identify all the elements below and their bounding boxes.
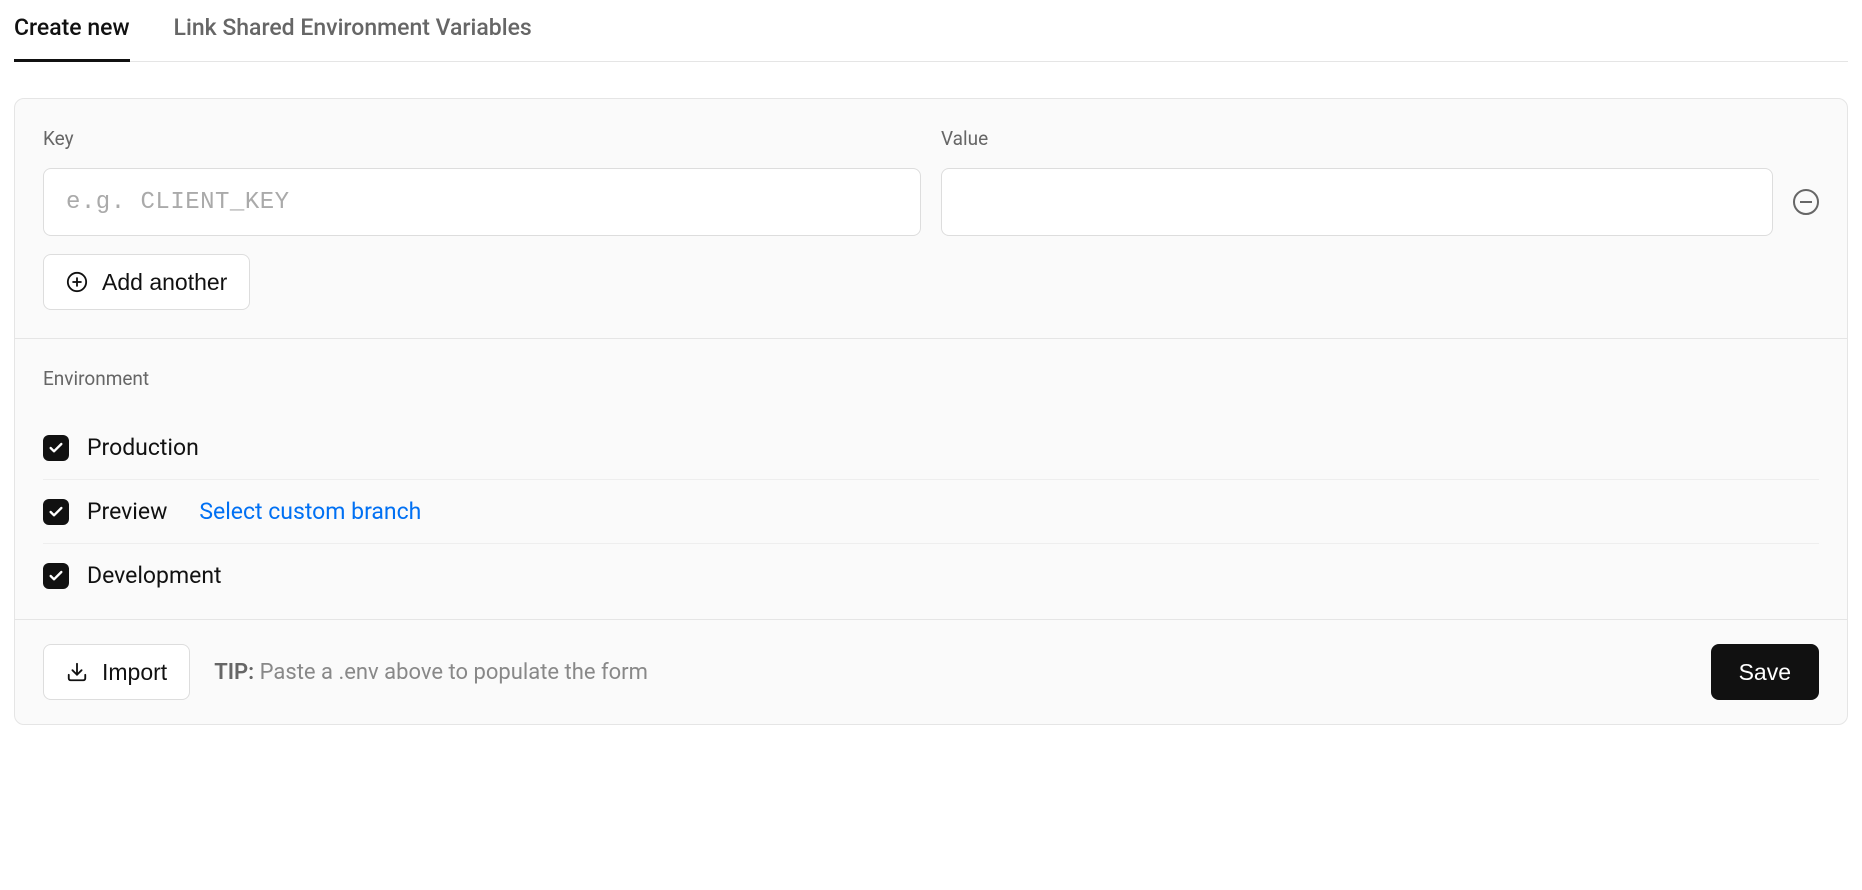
- env-label-development: Development: [87, 562, 222, 589]
- add-another-button[interactable]: Add another: [43, 254, 250, 310]
- tip-text: TIP: Paste a .env above to populate the …: [214, 660, 648, 685]
- env-label-preview: Preview: [87, 498, 167, 525]
- save-button[interactable]: Save: [1711, 644, 1819, 700]
- add-another-label: Add another: [102, 269, 227, 296]
- tabs: Create new Link Shared Environment Varia…: [14, 14, 1848, 62]
- environment-title: Environment: [43, 367, 1819, 390]
- env-row-preview: Preview Select custom branch: [43, 480, 1819, 544]
- remove-row-button[interactable]: [1793, 189, 1819, 215]
- checkbox-development[interactable]: [43, 563, 69, 589]
- key-value-section: Key Value Add another: [15, 99, 1847, 338]
- check-icon: [48, 568, 64, 584]
- card-footer: Import TIP: Paste a .env above to popula…: [15, 619, 1847, 724]
- value-field: Value: [941, 127, 1819, 236]
- value-label: Value: [941, 127, 1819, 150]
- tip-body: Paste a .env above to populate the form: [254, 660, 648, 685]
- key-label: Key: [43, 127, 921, 150]
- key-field: Key: [43, 127, 921, 236]
- env-var-card: Key Value Add another Environment: [14, 98, 1848, 725]
- check-icon: [48, 504, 64, 520]
- download-icon: [66, 661, 88, 683]
- import-label: Import: [102, 659, 167, 686]
- import-button[interactable]: Import: [43, 644, 190, 700]
- plus-circle-icon: [66, 271, 88, 293]
- environment-section: Environment Production Preview Select cu…: [15, 339, 1847, 619]
- select-custom-branch-link[interactable]: Select custom branch: [199, 498, 421, 525]
- key-input[interactable]: [43, 168, 921, 236]
- value-input[interactable]: [941, 168, 1773, 236]
- env-row-production: Production: [43, 416, 1819, 480]
- tip-label: TIP:: [214, 660, 254, 685]
- env-label-production: Production: [87, 434, 199, 461]
- checkbox-production[interactable]: [43, 435, 69, 461]
- tab-create-new[interactable]: Create new: [14, 14, 130, 62]
- env-row-development: Development: [43, 544, 1819, 607]
- tab-link-shared[interactable]: Link Shared Environment Variables: [174, 14, 532, 62]
- check-icon: [48, 440, 64, 456]
- checkbox-preview[interactable]: [43, 499, 69, 525]
